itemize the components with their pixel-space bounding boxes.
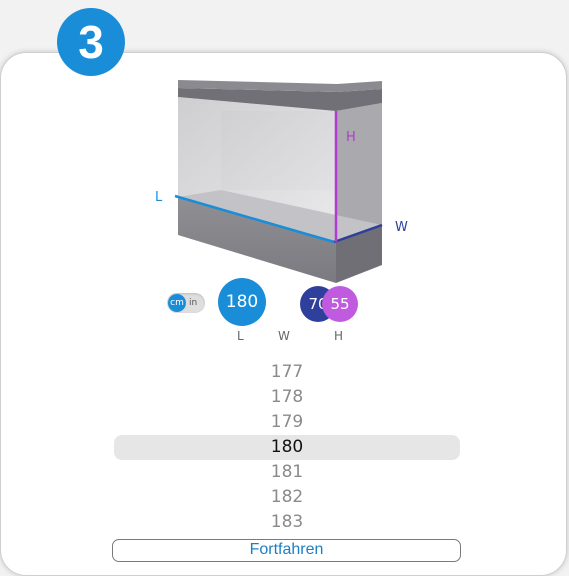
continue-button[interactable]: Fortfahren — [112, 539, 461, 562]
height-label: H — [334, 329, 344, 343]
height-letter: H — [346, 130, 356, 145]
picker-option[interactable]: 178 — [114, 385, 460, 410]
width-letter: W — [395, 220, 408, 235]
width-label: W — [278, 329, 290, 343]
length-letter: L — [155, 190, 163, 205]
height-value-button[interactable]: 55 — [322, 286, 358, 322]
picker-option-selected[interactable]: 180 — [114, 435, 460, 460]
length-label: L — [237, 329, 244, 343]
unit-toggle[interactable]: cm in — [167, 293, 205, 313]
box-dimension-illustration: L W H — [155, 80, 408, 283]
step-number-badge: 3 — [57, 8, 125, 76]
dimension-card: L W H cm in 180 70 55 L W H 177 178 179 … — [0, 52, 567, 576]
unit-toggle-other: in — [189, 298, 198, 308]
picker-option[interactable]: 179 — [114, 410, 460, 435]
unit-toggle-selected: cm — [168, 294, 186, 312]
picker-option[interactable]: 181 — [114, 460, 460, 485]
picker-option[interactable]: 182 — [114, 485, 460, 510]
length-value-button[interactable]: 180 — [218, 278, 266, 326]
value-picker[interactable]: 177 178 179 180 181 182 183 — [114, 360, 460, 535]
picker-option[interactable]: 183 — [114, 510, 460, 535]
picker-option[interactable]: 177 — [114, 360, 460, 385]
